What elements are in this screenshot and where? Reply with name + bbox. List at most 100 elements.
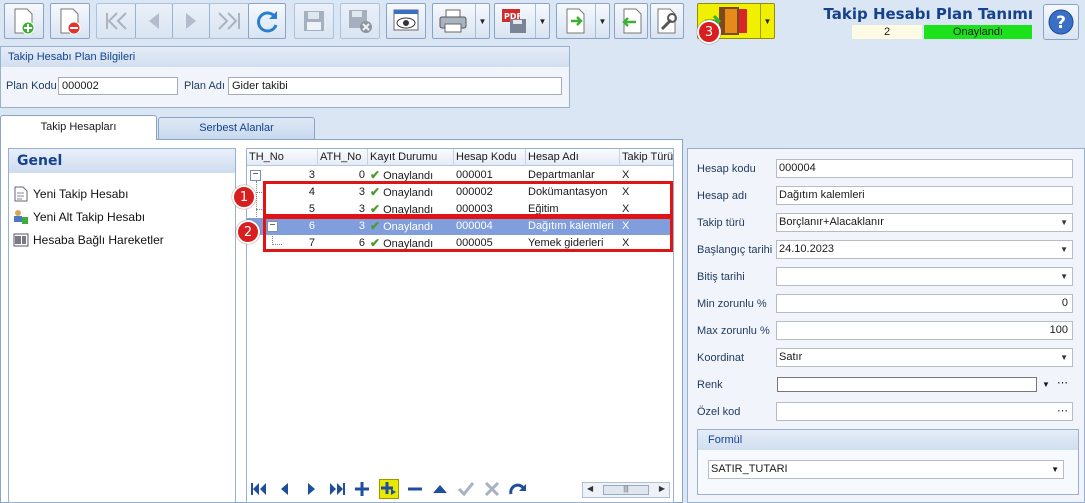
ellipsis-icon[interactable]: ⋯ [1057,403,1068,420]
new-icon [14,8,35,35]
nav-up-icon[interactable] [430,479,450,499]
min-zorunlu-field[interactable]: 0 [776,294,1073,313]
page-title: Takip Hesabı Plan Tanımı [823,5,1033,23]
nav-cancel-icon[interactable] [482,479,502,499]
record-count: 2 [852,25,922,39]
new-button[interactable] [4,3,44,39]
horizontal-scrollbar[interactable]: ◀ ||| ▶ [582,482,670,498]
linked-transactions-label: Hesaba Bağlı Hareketler [33,233,164,247]
last-record-button[interactable] [209,3,249,39]
linked-transactions-action[interactable]: Hesaba Bağlı Hareketler [13,231,164,249]
account-detail-form: Hesap kodu 000004 Hesap adı Dağıtım kale… [687,148,1085,503]
new-sub-account-action[interactable]: Yeni Alt Takip Hesabı [13,208,145,226]
ozel-kod-field[interactable]: ⋯ [776,402,1073,421]
annotation-box-1 [263,181,673,217]
hesap-kodu-label: Hesap kodu [697,163,756,175]
plan-adi-label: Plan Adı [184,80,225,92]
formul-value: SATIR_TUTARI [711,463,788,475]
save-delete-button[interactable] [340,3,380,39]
plan-kodu-field[interactable]: 000002 [58,77,178,95]
general-panel-title: Genel [9,149,235,173]
pdf-button[interactable]: PDF ▼ [494,3,550,39]
chevron-down-icon[interactable]: ▼ [475,4,489,38]
nav-add-child-icon[interactable] [379,479,399,499]
preview-button[interactable] [386,3,426,39]
plan-info-title: Takip Hesabı Plan Bilgileri [1,47,569,67]
nav-confirm-icon[interactable] [456,479,476,499]
tab-takip-hesaplari[interactable]: Takip Hesapları [0,115,157,140]
chevron-down-icon[interactable]: ▼ [1042,376,1050,393]
chevron-down-icon[interactable]: ▼ [1060,241,1068,258]
takip-turu-select[interactable]: Borçlanır+Alacaklanır ▼ [776,213,1073,232]
grid-navigator: ◀ ||| ▶ [247,475,673,502]
chevron-down-icon[interactable]: ▼ [535,4,549,38]
formul-select[interactable]: SATIR_TUTARI ▼ [708,460,1064,479]
plan-adi-field[interactable]: Gider takibi [228,77,562,95]
chevron-down-icon[interactable]: ▼ [1051,461,1059,478]
baslangic-tarihi-value: 24.10.2023 [779,243,835,255]
back-button[interactable] [614,3,648,39]
koordinat-select[interactable]: Satır ▼ [776,348,1073,367]
scrollbar-thumb[interactable]: ||| [603,485,649,495]
annotation-box-2 [263,216,673,252]
col-hesap-kodu[interactable]: Hesap Kodu [454,149,526,166]
save-button[interactable] [294,3,334,39]
bitis-tarihi-field[interactable]: ▼ [776,267,1073,286]
nav-delete-icon[interactable] [405,479,425,499]
takip-turu-label: Takip türü [697,217,745,229]
nav-last-icon[interactable] [327,479,347,499]
help-button[interactable]: ? [1043,4,1079,40]
scroll-left-icon[interactable]: ◀ [587,484,593,493]
prev-icon [149,13,159,29]
next-record-button[interactable] [172,3,210,39]
hesap-adi-field[interactable]: Dağıtım kalemleri [776,186,1073,205]
koordinat-label: Koordinat [697,352,745,364]
preview-icon [393,9,419,31]
nav-first-icon[interactable] [249,479,269,499]
baslangic-tarihi-field[interactable]: 24.10.2023 ▼ [776,240,1073,259]
chevron-down-icon[interactable]: ▼ [760,4,774,38]
nav-refresh-icon[interactable] [508,479,528,499]
chevron-down-icon[interactable]: ▼ [595,4,609,38]
chevron-down-icon[interactable]: ▼ [1060,349,1068,366]
tools-button[interactable] [650,3,684,39]
pdf-icon: PDF [502,9,526,33]
new-account-label: Yeni Takip Hesabı [33,187,129,201]
print-button[interactable]: ▼ [432,3,490,39]
renk-label: Renk [697,379,723,391]
col-takip-turu[interactable]: Takip Türü [620,149,673,166]
new-account-action[interactable]: Yeni Takip Hesabı [13,185,128,203]
col-kayit-durumu[interactable]: Kayıt Durumu [368,149,454,166]
col-ath-no[interactable]: ATH_No [318,149,368,166]
previous-record-button[interactable] [135,3,173,39]
nav-next-icon[interactable] [302,479,322,499]
annotation-badge-1: 1 [232,185,256,209]
max-zorunlu-field[interactable]: 100 [776,321,1073,340]
accounts-grid: TH_No ATH_No Kayıt Durumu Hesap Kodu Hes… [246,148,674,503]
check-icon: ✔ [370,168,381,182]
print-icon [439,9,467,33]
takip-turu-value: Borçlanır+Alacaklanır [779,216,884,228]
ellipsis-icon[interactable]: ⋯ [1057,375,1068,392]
plan-info-panel: Takip Hesabı Plan Bilgileri Plan Kodu 00… [0,46,570,108]
nav-add-icon[interactable] [352,479,372,499]
refresh-icon [257,11,278,33]
tools-icon [657,8,677,34]
col-hesap-adi[interactable]: Hesap Adı [526,149,620,166]
color-swatch[interactable] [777,377,1037,392]
nav-prev-icon[interactable] [274,479,294,499]
chevron-down-icon[interactable]: ▼ [1060,268,1068,285]
col-th-no[interactable]: TH_No [247,149,318,166]
status-badge: Onaylandı [924,25,1032,39]
export-button[interactable]: ▼ [556,3,610,39]
annotation-badge-3: 3 [697,20,721,44]
scroll-right-icon[interactable]: ▶ [659,484,665,493]
delete-button[interactable] [50,3,90,39]
hesap-kodu-field[interactable]: 000004 [776,159,1073,178]
renk-picker[interactable]: ▼ ⋯ [776,375,1073,394]
tab-serbest-alanlar[interactable]: Serbest Alanlar [158,117,315,139]
first-record-button[interactable] [96,3,136,39]
chevron-down-icon[interactable]: ▼ [1060,214,1068,231]
grid-header: TH_No ATH_No Kayıt Durumu Hesap Kodu Hes… [247,149,673,166]
refresh-button[interactable] [248,3,286,39]
